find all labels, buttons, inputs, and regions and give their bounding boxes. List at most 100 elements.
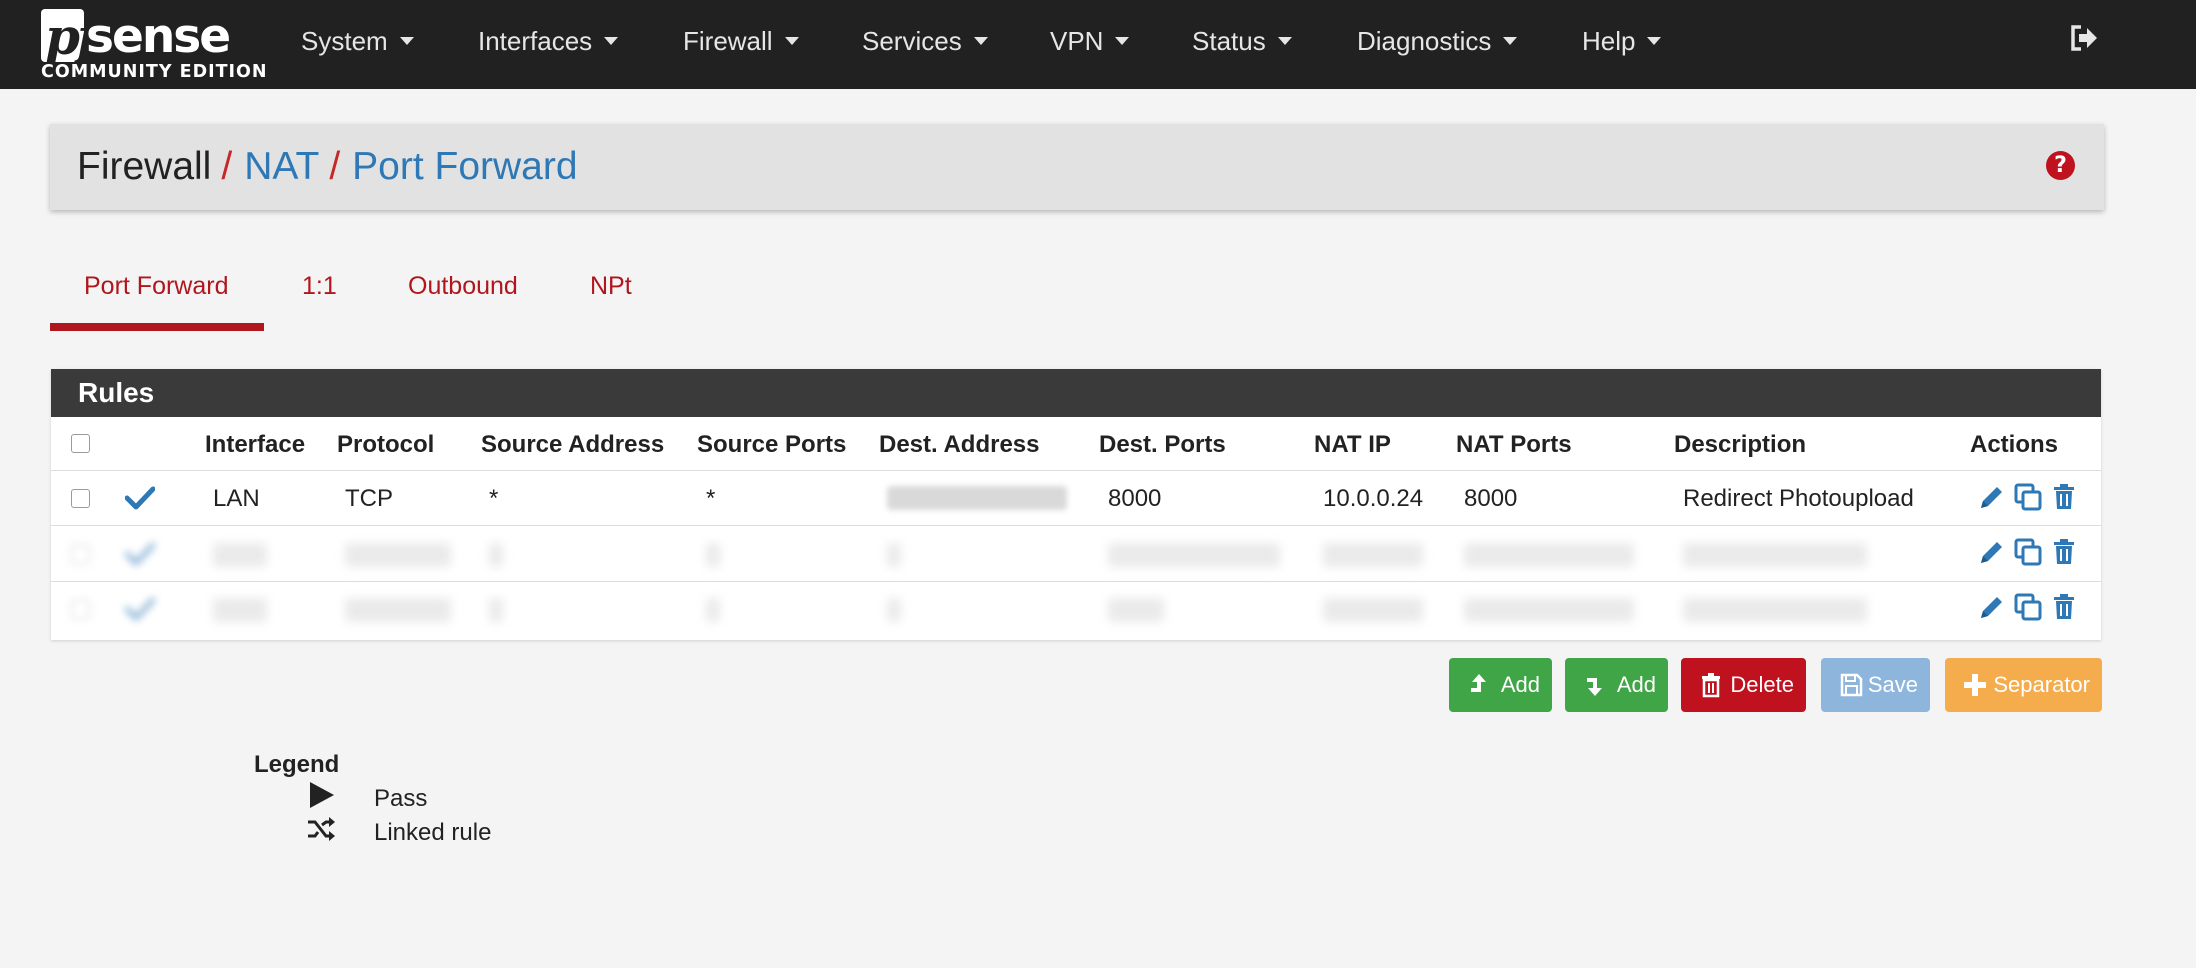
redacted-cell xyxy=(887,598,901,622)
nav-label: Diagnostics xyxy=(1357,26,1492,56)
legend-title: Legend xyxy=(254,751,340,778)
play-icon xyxy=(310,782,334,808)
trash-icon xyxy=(1702,673,1720,698)
caret-down-icon xyxy=(604,37,619,46)
plus-icon xyxy=(1964,674,1986,696)
nav-label: Firewall xyxy=(683,26,773,56)
trash-icon[interactable] xyxy=(2049,482,2079,512)
row-checkbox[interactable] xyxy=(71,489,90,508)
redacted-cell xyxy=(706,598,720,622)
caret-down-icon xyxy=(399,37,414,46)
row-checkbox[interactable] xyxy=(71,545,90,564)
cell-source-address: * xyxy=(489,485,499,512)
row-checkbox[interactable] xyxy=(71,600,90,619)
redacted-cell xyxy=(887,543,901,567)
select-all-checkbox[interactable] xyxy=(71,434,90,453)
pencil-icon[interactable] xyxy=(1977,482,2007,512)
redacted-cell xyxy=(706,543,720,567)
redacted-cell xyxy=(489,543,503,567)
nav-interfaces[interactable]: Interfaces xyxy=(478,0,619,82)
cell-nat-ports: 8000 xyxy=(1464,485,1518,512)
nav-firewall[interactable]: Firewall xyxy=(683,0,799,82)
redacted-cell xyxy=(213,598,267,622)
redacted-cell xyxy=(345,543,451,567)
question-circle-icon[interactable]: ? xyxy=(2046,151,2075,180)
col-actions: Actions xyxy=(1970,431,2059,458)
col-dest-address: Dest. Address xyxy=(879,431,1040,458)
row-divider xyxy=(51,525,2101,526)
col-dest-ports: Dest. Ports xyxy=(1099,431,1226,458)
nav-label: Services xyxy=(862,26,962,56)
redacted-cell xyxy=(1323,543,1423,567)
caret-down-icon xyxy=(1647,37,1662,46)
separator-label: Separator xyxy=(1993,672,2090,697)
separator-button[interactable]: Separator xyxy=(1945,658,2102,712)
random-icon xyxy=(308,817,335,841)
nav-services[interactable]: Services xyxy=(862,0,988,82)
col-interface: Interface xyxy=(205,431,306,458)
redacted-cell xyxy=(1683,598,1867,622)
copy-icon[interactable] xyxy=(2013,537,2043,567)
nav-diagnostics[interactable]: Diagnostics xyxy=(1357,0,1518,82)
add-bottom-button[interactable]: Add xyxy=(1565,658,1668,712)
copy-icon[interactable] xyxy=(2013,482,2043,512)
arrow-turn-up-icon xyxy=(1471,674,1486,692)
redacted-cell xyxy=(213,543,267,567)
col-source-ports: Source Ports xyxy=(697,431,847,458)
copy-icon[interactable] xyxy=(2013,592,2043,622)
check-icon[interactable] xyxy=(125,596,155,622)
caret-down-icon xyxy=(1115,37,1130,46)
save-button[interactable]: Save xyxy=(1821,658,1930,712)
redacted-cell xyxy=(1323,598,1423,622)
check-icon[interactable] xyxy=(125,541,155,567)
header-divider xyxy=(51,470,2101,471)
nav-label: Status xyxy=(1192,26,1266,56)
col-description: Description xyxy=(1674,431,1807,458)
logo-sense: sense xyxy=(86,9,231,64)
pencil-icon[interactable] xyxy=(1977,537,2007,567)
cell-protocol: TCP xyxy=(345,485,393,512)
pencil-icon[interactable] xyxy=(1977,592,2007,622)
tab-one-to-one[interactable]: 1:1 xyxy=(302,272,337,312)
cell-description: Redirect Photoupload xyxy=(1683,485,1914,512)
logout-icon[interactable] xyxy=(2068,22,2100,54)
add-top-button[interactable]: Add xyxy=(1449,658,1552,712)
caret-down-icon xyxy=(1277,37,1292,46)
tab-npt[interactable]: NPt xyxy=(590,272,632,312)
active-tab-indicator xyxy=(50,323,264,331)
breadcrumb: Firewall / NAT / Port Forward xyxy=(77,124,578,210)
col-nat-ports: NAT Ports xyxy=(1456,431,1572,458)
rules-panel: Rules Interface Protocol Source Address … xyxy=(51,369,2101,640)
caret-down-icon xyxy=(1503,37,1518,46)
nav-system[interactable]: System xyxy=(301,0,414,82)
tab-port-forward[interactable]: Port Forward xyxy=(84,272,228,312)
breadcrumb-port-forward[interactable]: Port Forward xyxy=(352,145,577,188)
nav-label: Help xyxy=(1582,26,1636,56)
trash-icon[interactable] xyxy=(2049,592,2079,622)
delete-label: Delete xyxy=(1730,672,1794,697)
cell-interface: LAN xyxy=(213,485,260,512)
pfsense-logo[interactable]: pf sense COMMUNITY EDITION xyxy=(41,6,267,84)
redacted-cell xyxy=(489,598,503,622)
trash-icon[interactable] xyxy=(2049,537,2079,567)
legend-pass-label: Pass xyxy=(374,785,428,812)
redacted-cell xyxy=(1683,543,1867,567)
top-navbar: pf sense COMMUNITY EDITION System Interf… xyxy=(0,0,2196,89)
redacted-cell xyxy=(1108,543,1280,567)
save-icon xyxy=(1840,673,1863,697)
redacted-cell xyxy=(1108,598,1164,622)
redacted-cell xyxy=(1464,598,1634,622)
delete-button[interactable]: Delete xyxy=(1681,658,1806,712)
breadcrumb-firewall: Firewall xyxy=(77,145,212,188)
panel-title: Rules xyxy=(78,377,155,408)
check-icon[interactable] xyxy=(125,485,155,511)
cell-source-ports: * xyxy=(706,485,716,512)
nav-vpn[interactable]: VPN xyxy=(1050,0,1130,82)
add-top-label: Add xyxy=(1500,672,1540,697)
nav-help[interactable]: Help xyxy=(1582,0,1662,82)
nav-status[interactable]: Status xyxy=(1192,0,1292,82)
arrow-turn-down-icon xyxy=(1587,678,1602,696)
tab-outbound[interactable]: Outbound xyxy=(408,272,518,312)
panel-heading: Rules xyxy=(51,369,2101,417)
breadcrumb-nat[interactable]: NAT xyxy=(244,145,319,188)
